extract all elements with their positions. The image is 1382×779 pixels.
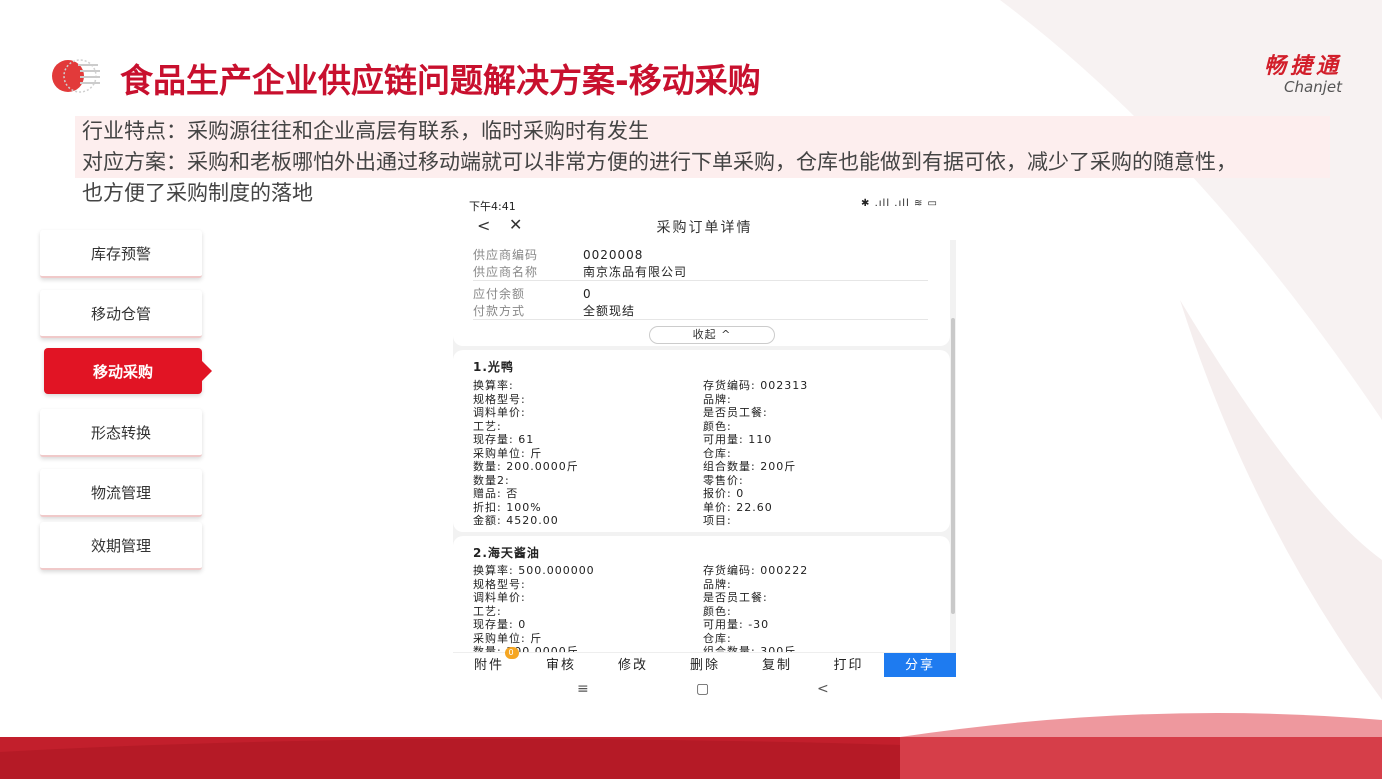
brand-logo: 畅捷通 Chanjet [1264, 48, 1342, 96]
attachment-label: 附件 [473, 658, 504, 673]
collapse-button[interactable]: 收起 ^ [649, 326, 775, 344]
nav-item-expiry[interactable]: 效期管理 [40, 522, 202, 570]
order-header-card: 供应商编码 0020008 供应商名称 南京冻品有限公司 应付余额 0 付款方式 全额现… [453, 240, 950, 346]
item-title: 2.海天酱油 [473, 546, 540, 560]
print-button[interactable]: 打印 [813, 653, 884, 678]
status-time: 下午4:41 [469, 200, 516, 213]
description-line: 行业特点：采购源往往和企业高层有联系，临时采购时有发生 [75, 116, 1330, 147]
field-value: 0 [583, 287, 592, 301]
nav-item-form-conversion[interactable]: 形态转换 [40, 409, 202, 457]
divider [473, 280, 928, 281]
field-label: 供应商名称 [473, 265, 539, 279]
title-logo-icon [52, 59, 100, 93]
menu-icon[interactable]: ≡ [577, 681, 589, 697]
edit-button[interactable]: 修改 [597, 653, 669, 678]
nav-item-mobile-purchase[interactable]: 移动采购 [44, 348, 212, 394]
divider [473, 319, 928, 320]
field-label: 供应商编码 [473, 248, 539, 262]
order-line-card[interactable]: 2.海天酱油 换算率: 500.000000 规格型号: 调料单价: 工艺: 现… [453, 536, 950, 666]
field-label: 付款方式 [473, 304, 526, 318]
delete-button[interactable]: 删除 [669, 653, 741, 678]
payable-balance-row: 应付余额 0 [473, 285, 592, 302]
system-nav-bar: ≡ ▢ < [453, 677, 956, 704]
item-title: 1.光鸭 [473, 360, 514, 374]
approve-button[interactable]: 审核 [525, 653, 597, 678]
back-nav-icon[interactable]: < [817, 681, 829, 697]
copy-button[interactable]: 复制 [741, 653, 813, 678]
slide-title: 食品生产企业供应链问题解决方案-移动采购 [120, 61, 761, 100]
description-line: 对应方案：采购和老板哪怕外出通过移动端就可以非常方便的进行下单采购，仓库也能做到… [75, 147, 1330, 178]
item-field: 项目: [703, 514, 732, 527]
scrollbar[interactable] [951, 318, 955, 614]
status-icons: ✱ .ıll .ıll ≋ ▭ [861, 198, 938, 209]
payment-method-row: 付款方式 全额现结 [473, 302, 635, 319]
field-value: 全额现结 [583, 304, 636, 318]
supplier-name-row: 供应商名称 南京冻品有限公司 [473, 263, 687, 280]
field-label: 应付余额 [473, 287, 526, 301]
nav-item-inventory-alert[interactable]: 库存预警 [40, 230, 202, 278]
supplier-code-row: 供应商编码 0020008 [473, 246, 643, 263]
nav-item-logistics[interactable]: 物流管理 [40, 469, 202, 517]
field-value: 0020008 [583, 248, 644, 262]
brand-name-en: Chanjet [1284, 78, 1342, 96]
field-value: 南京冻品有限公司 [583, 265, 688, 279]
nav-item-mobile-warehouse[interactable]: 移动仓管 [40, 290, 202, 338]
order-line-card[interactable]: 1.光鸭 换算率: 规格型号: 调料单价: 工艺: 现存量: 61 采购单位: … [453, 350, 950, 532]
status-bar: 下午4:41 ✱ .ıll .ıll ≋ ▭ [453, 196, 956, 214]
home-icon[interactable]: ▢ [696, 681, 709, 697]
phone-page-title: 采购订单详情 [656, 220, 753, 236]
brand-name-cn: 畅捷通 [1263, 54, 1342, 79]
attachment-count-badge: 0 [505, 647, 519, 659]
phone-screenshot: 下午4:41 ✱ .ıll .ıll ≋ ▭ < ✕ 采购订单详情 供应商编码 0… [453, 196, 956, 704]
phone-header: < ✕ 采购订单详情 [453, 214, 956, 240]
action-toolbar: 附件 0 审核 修改 删除 复制 打印 分享 [453, 647, 956, 678]
attachment-button[interactable]: 附件 0 [453, 647, 525, 678]
share-button[interactable]: 分享 [884, 653, 956, 678]
item-field: 金额: 4520.00 [473, 514, 559, 527]
